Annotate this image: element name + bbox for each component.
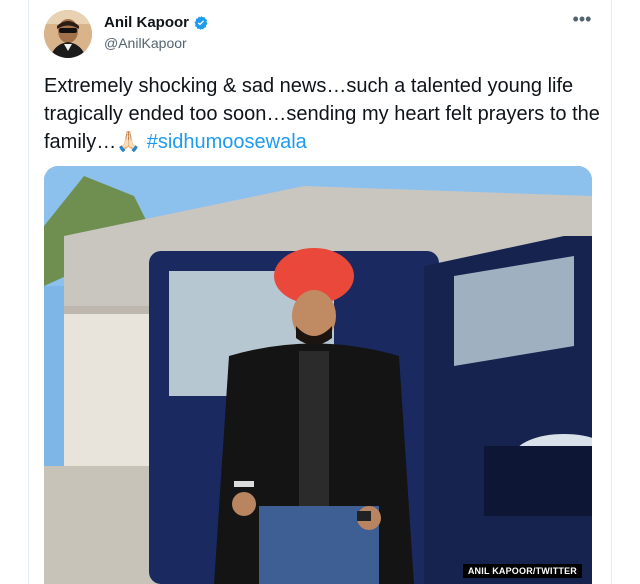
photo-illustration (44, 166, 592, 584)
avatar-image (44, 10, 92, 58)
tweet-media-photo[interactable]: ANIL KAPOOR/TWITTER (44, 166, 592, 584)
author-name-row[interactable]: Anil Kapoor (104, 14, 209, 31)
tweet-body: Extremely shocking & sad news…such a tal… (44, 75, 600, 153)
more-options-icon[interactable]: ••• (570, 10, 594, 34)
author-handle[interactable]: @AnilKapoor (104, 35, 187, 51)
verified-badge-icon (193, 15, 209, 31)
tweet-text: Extremely shocking & sad news…such a tal… (44, 72, 600, 156)
author-name[interactable]: Anil Kapoor (104, 14, 189, 31)
hashtag-link[interactable]: #sidhumoosewala (147, 131, 307, 153)
avatar[interactable] (44, 10, 92, 58)
photo-credit-label: ANIL KAPOOR/TWITTER (462, 564, 582, 578)
